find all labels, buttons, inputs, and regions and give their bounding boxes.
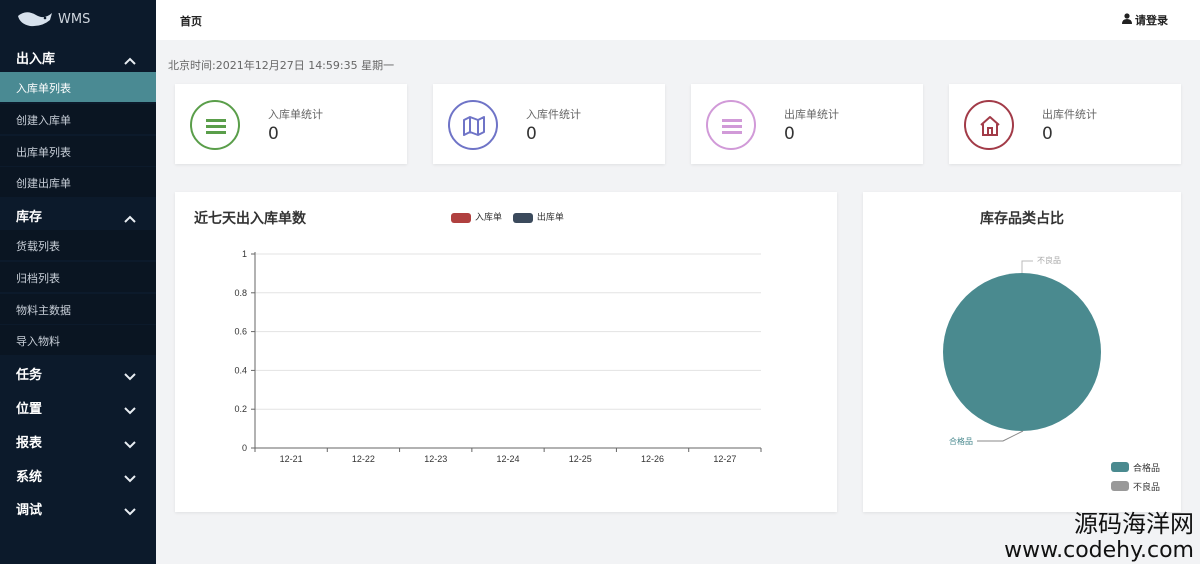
y-tick-label: 0.8 — [234, 288, 247, 298]
whale-logo-icon — [18, 12, 52, 27]
logo: WMS — [14, 8, 154, 32]
sidebar-group[interactable]: 调试 — [0, 491, 156, 523]
y-tick-label: 1 — [242, 249, 247, 259]
sidebar-item[interactable]: 出库单列表 — [0, 136, 156, 166]
sidebar-group-label: 报表 — [16, 436, 43, 451]
sidebar-item[interactable]: 货载列表 — [0, 230, 156, 260]
clock-text: 北京时间:2021年12月27日 14:59:35 星期一 — [168, 59, 395, 72]
sidebar-item-label: 创建入库单 — [16, 114, 71, 127]
list-icon — [206, 119, 226, 134]
stat-card: 入库单统计 0 — [175, 84, 407, 164]
sidebar-group-label: 系统 — [16, 470, 43, 485]
sidebar-item-label: 入库单列表 — [16, 82, 71, 95]
stat-card: 出库单统计 0 — [691, 84, 923, 164]
topbar: 首页 请登录 — [156, 0, 1200, 40]
sidebar-group-label: 任务 — [16, 368, 43, 383]
sidebar-item[interactable]: 归档列表 — [0, 262, 156, 292]
sidebar-group[interactable]: 位置 — [0, 390, 156, 422]
sidebar-item-label: 出库单列表 — [16, 146, 71, 159]
sidebar-item-label: 导入物料 — [16, 335, 60, 348]
watermark-line-2: www.codehy.com — [1004, 538, 1194, 563]
chevron-down-icon — [124, 468, 136, 487]
pie-label: 合格品 — [949, 436, 973, 446]
sidebar-group-label: 位置 — [16, 402, 43, 417]
chevron-down-icon — [124, 434, 136, 453]
sidebar-item[interactable]: 导入物料 — [0, 325, 156, 355]
legend-label[interactable]: 合格品 — [1133, 462, 1160, 473]
login-label: 请登录 — [1135, 14, 1168, 27]
stat-icon-ring — [706, 100, 756, 150]
x-tick-label: 12-25 — [569, 454, 592, 464]
stat-title: 出库单统计 — [784, 108, 839, 121]
stat-icon-ring — [190, 100, 240, 150]
stat-value: 0 — [784, 124, 795, 144]
bar-chart-panel: 近七天出入库单数 入库单 出库单 0 0.2 0.4 0.6 0.8 1 12-21 12-2… — [175, 192, 837, 512]
sidebar-group[interactable]: 出入库 — [0, 40, 156, 72]
sidebar-group[interactable]: 任务 — [0, 356, 156, 388]
house-icon — [980, 116, 1000, 136]
pie-leader-line — [1021, 260, 1033, 273]
bar-chart: 0 0.2 0.4 0.6 0.8 1 12-21 12-22 12-23 12-24 12-25 1… — [234, 249, 762, 464]
sidebar-group-label: 库存 — [16, 210, 43, 225]
chevron-down-icon — [124, 400, 136, 419]
breadcrumb-home[interactable]: 首页 — [180, 13, 202, 29]
pie-chart: 不良品合格品合格品不良品 — [943, 255, 1160, 492]
stat-value: 0 — [526, 124, 537, 144]
sidebar-group[interactable]: 系统 — [0, 458, 156, 490]
watermark-line-1: 源码海洋网 — [1074, 510, 1194, 538]
sidebar: WMS 出入库入库单列表创建入库单出库单列表创建出库单库存货载列表归档列表物料主… — [0, 0, 156, 564]
x-tick-label: 12-23 — [424, 454, 447, 464]
pie-label: 不良品 — [1037, 255, 1061, 265]
x-tick-label: 12-26 — [641, 454, 664, 464]
sidebar-item-label: 归档列表 — [16, 272, 60, 285]
pie-chart-panel: 库存品类占比 不良品 合格品 合格品 不良品 — [863, 192, 1181, 512]
x-tick-label: 12-27 — [713, 454, 736, 464]
stat-value: 0 — [268, 124, 279, 144]
chevron-down-icon — [124, 501, 136, 520]
sidebar-group[interactable]: 报表 — [0, 424, 156, 456]
x-tick-label: 12-21 — [280, 454, 303, 464]
sidebar-item-label: 货载列表 — [16, 240, 60, 253]
y-tick-label: 0.6 — [234, 327, 247, 337]
stat-card: 入库件统计 0 — [433, 84, 665, 164]
stat-icon-ring — [448, 100, 498, 150]
pie-leader-line — [977, 430, 1024, 442]
login-link[interactable]: 请登录 — [1122, 12, 1168, 28]
user-icon — [1122, 13, 1132, 24]
list-icon — [722, 119, 742, 134]
chevron-up-icon — [124, 50, 136, 69]
map-icon — [463, 116, 485, 136]
y-tick-label: 0.2 — [234, 404, 247, 414]
stat-title: 入库单统计 — [268, 108, 323, 121]
x-tick-label: 12-24 — [496, 454, 519, 464]
watermark: 源码海洋网 www.codehy.com — [1004, 510, 1194, 564]
sidebar-item[interactable]: 物料主数据 — [0, 294, 156, 324]
chevron-up-icon — [124, 208, 136, 227]
stat-value: 0 — [1042, 124, 1053, 144]
sidebar-group-label: 调试 — [16, 503, 43, 518]
sidebar-item-label: 创建出库单 — [16, 177, 71, 190]
legend-swatch[interactable] — [1111, 481, 1129, 491]
x-tick-label: 12-22 — [352, 454, 375, 464]
app-name: WMS — [58, 12, 91, 27]
legend-swatch[interactable] — [1111, 462, 1129, 472]
legend-label[interactable]: 不良品 — [1133, 481, 1160, 492]
stat-title: 入库件统计 — [526, 108, 581, 121]
sidebar-item-label: 物料主数据 — [16, 304, 71, 317]
stat-title: 出库件统计 — [1042, 108, 1097, 121]
y-tick-label: 0 — [242, 443, 247, 453]
sidebar-group-label: 出入库 — [16, 52, 56, 67]
y-tick-label: 0.4 — [234, 365, 247, 375]
chevron-down-icon — [124, 366, 136, 385]
pie-slice — [943, 273, 1101, 431]
sidebar-group[interactable]: 库存 — [0, 198, 156, 230]
sidebar-item[interactable]: 创建入库单 — [0, 104, 156, 134]
stat-card: 出库件统计 0 — [949, 84, 1181, 164]
sidebar-item[interactable]: 入库单列表 — [0, 72, 156, 102]
stat-icon-ring — [964, 100, 1014, 150]
sidebar-item[interactable]: 创建出库单 — [0, 167, 156, 197]
